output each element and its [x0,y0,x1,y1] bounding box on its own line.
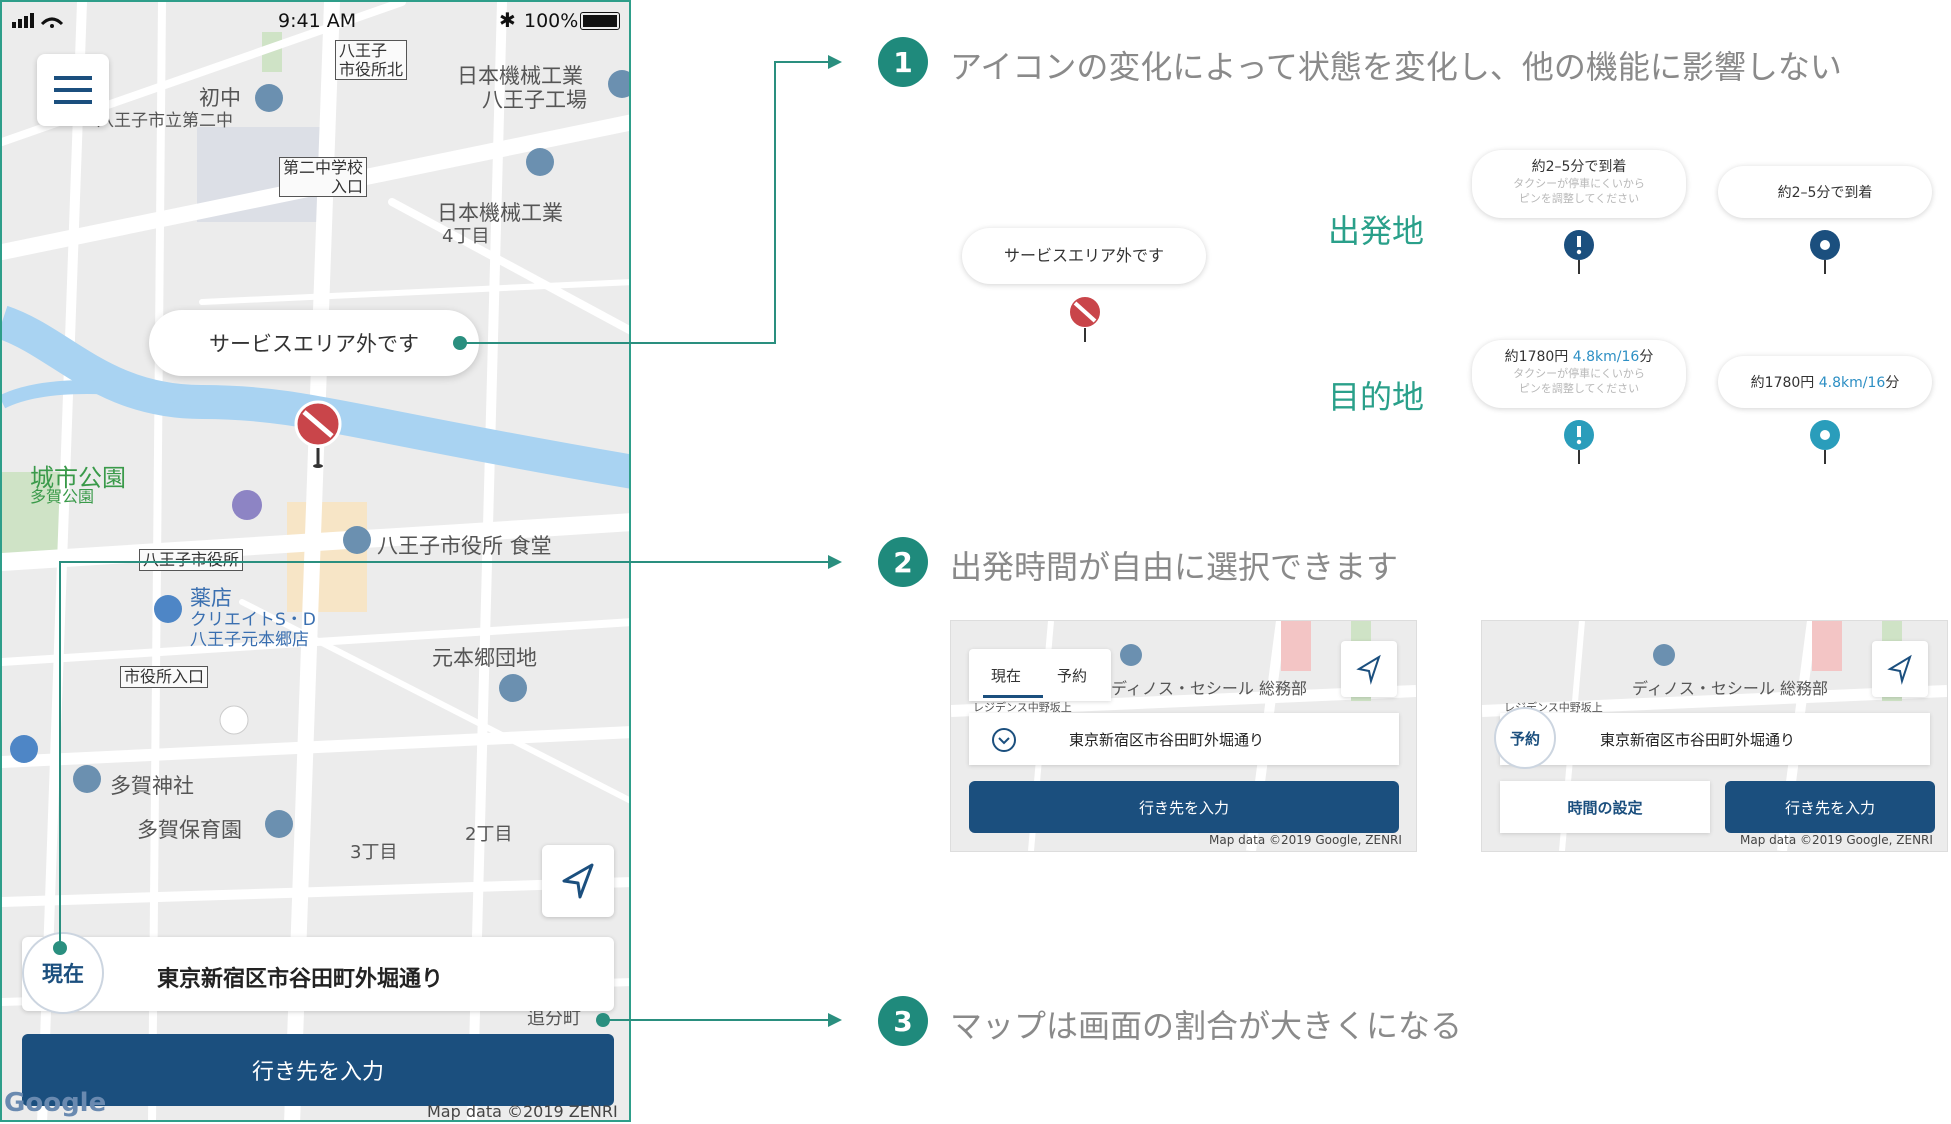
card1-tab-bar: 現在 予約 [969,649,1111,701]
destination-label: 目的地 [1328,378,1425,416]
departure-label: 出発地 [1328,212,1425,250]
card1-address: 東京新宿区市谷田町外堀通り [1069,731,1265,749]
navigation-arrow-icon [1887,654,1912,685]
card2-enter-destination-button[interactable]: 行き先を入力 [1725,781,1935,833]
card1-enter-destination-button[interactable]: 行き先を入力 [969,781,1399,833]
card2-locate-button[interactable] [1872,641,1928,697]
annotation-heading-3: マップは画面の割合が大きくになる [950,1007,1463,1045]
annotation-heading-1: アイコンの変化によって状態を変化し、他の機能に影響しない [950,48,1842,86]
sample-out-of-area-bubble: サービスエリア外です [962,228,1206,284]
chevron-down-circle-icon[interactable] [991,727,1017,753]
card1-address-bar[interactable]: 東京新宿区市谷田町外堀通り [969,713,1399,765]
annotation-heading-2: 出発時間が自由に選択できます [950,548,1399,586]
card2-address: 東京新宿区市谷田町外堀通り [1600,731,1796,749]
destination-normal-pin-icon [1810,420,1840,464]
tab-indicator [983,695,1043,698]
sample-card-now: 現在 予約 ディノス・セシール 総務部 レジデンス中野坂上 東京新宿区市谷田町外… [950,620,1417,852]
navigation-arrow-icon [1356,654,1381,685]
destination-normal-bubble: 約1780円 4.8km/16分 [1718,356,1932,408]
card1-poi: ディノス・セシール 総務部 [1111,679,1307,698]
annotation-number-3: 3 [878,996,928,1046]
time-setting-button[interactable]: 時間の設定 [1500,781,1710,833]
card2-address-bar[interactable]: 東京新宿区市谷田町外堀通り [1500,713,1930,765]
tab-reserve[interactable]: 予約 [1057,665,1087,686]
reserve-toggle[interactable]: 予約 [1494,707,1556,769]
sample-card-reserve: ディノス・セシール 総務部 レジデンス中野坂上 東京新宿区市谷田町外堀通り 予約… [1481,620,1948,852]
card1-attribution: Map data ©2019 Google, ZENRI [1209,833,1402,847]
card2-poi: ディノス・セシール 総務部 [1632,679,1828,698]
destination-warning-pin-icon [1564,420,1594,464]
annotation-number-1: 1 [878,37,928,87]
annotation-number-2: 2 [878,537,928,587]
card1-locate-button[interactable] [1341,641,1397,697]
card2-attribution: Map data ©2019 Google, ZENRI [1740,833,1933,847]
departure-warning-bubble: 約2–5分で到着 タクシーが停車にくいから ピンを調整してください [1472,150,1686,218]
sample-no-entry-pin-icon [1068,295,1102,342]
departure-normal-bubble: 約2–5分で到着 [1718,166,1932,218]
departure-warning-pin-icon [1564,230,1594,274]
departure-normal-pin-icon [1810,230,1840,274]
destination-warning-bubble: 約1780円 4.8km/16分 タクシーが停車にくいから ピンを調整してくださ… [1472,340,1686,408]
tab-now[interactable]: 現在 [991,665,1021,686]
